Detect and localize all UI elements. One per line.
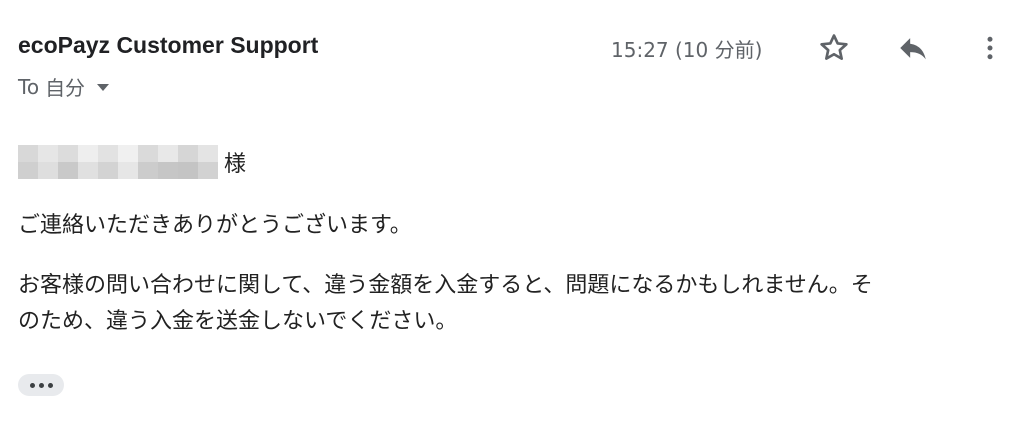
star-button[interactable] (814, 28, 854, 68)
message-line-2: お客様の問い合わせに関して、違う金額を入金すると、問題になるかもしれません。そ (18, 273, 873, 298)
star-icon (820, 34, 848, 60)
more-horiz-icon (29, 382, 35, 388)
sender-name[interactable]: ecoPayz Customer Support (18, 32, 318, 59)
recipient-details-toggle[interactable]: To 自分 (18, 72, 110, 101)
reply-icon (900, 38, 926, 60)
message-paragraph-2: お客様の問い合わせに関して、違う金額を入金すると、問題になるかもしれません。そ … (18, 268, 1008, 340)
show-trimmed-content-button[interactable] (18, 374, 64, 396)
honorific: 様 (224, 152, 247, 177)
more-options-button[interactable] (970, 28, 1010, 68)
message-header: ecoPayz Customer Support To 自分 15:27 (10… (18, 28, 1024, 108)
greeting-line: 様 (18, 142, 1008, 182)
message-line-1: ご連絡いただきありがとうございます。 (18, 213, 412, 238)
chevron-down-icon[interactable] (97, 84, 110, 91)
message-line-3: のため、違う入金を送金しないでください。 (18, 309, 458, 334)
redacted-name (18, 145, 218, 179)
to-label: To (18, 74, 40, 99)
recipient-name: 自分 (45, 76, 86, 100)
reply-button[interactable] (893, 28, 933, 68)
message-timestamp: 15:27 (10 分前) (611, 38, 763, 62)
more-vert-icon (987, 36, 993, 60)
message-body: 様 ご連絡いただきありがとうございます。 お客様の問い合わせに関して、違う金額を… (18, 142, 1008, 340)
